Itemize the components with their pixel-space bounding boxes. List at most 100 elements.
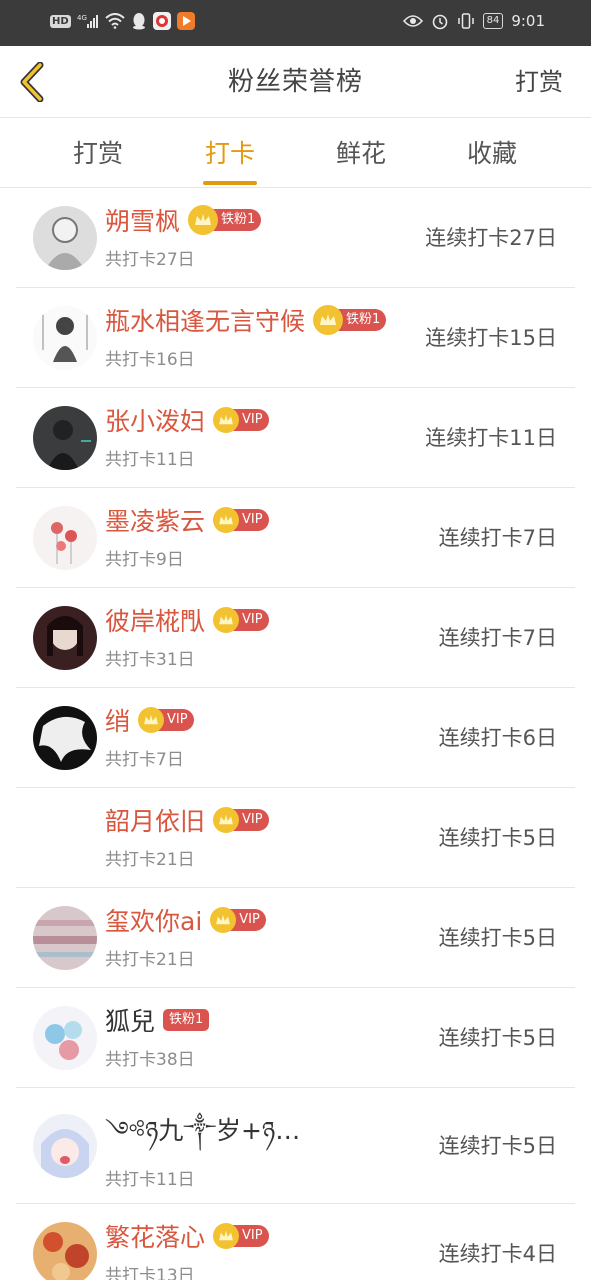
crown-icon (313, 305, 344, 335)
tab-label: 打赏 (72, 139, 123, 168)
checkin-streak: 连续打卡4日 (438, 1242, 557, 1266)
list-item[interactable]: 韶月依旧 VIP 共打卡21日 连续打卡5日 (16, 788, 575, 888)
tip-button[interactable]: 打赏 (515, 46, 563, 118)
user-name[interactable]: 绡 (105, 702, 130, 738)
avatar[interactable] (33, 1006, 97, 1070)
fan-level-badge: 铁粉1 (188, 205, 262, 235)
name-line: 张小泼妇 VIP (105, 402, 269, 438)
avatar[interactable] (33, 706, 97, 770)
user-name[interactable]: ༺ཉ九༒岁+ཉ… (105, 1102, 300, 1173)
checkin-streak: 连续打卡15日 (425, 326, 557, 350)
user-name[interactable]: 张小泼妇 (105, 402, 205, 438)
crown-icon (188, 205, 219, 235)
name-line: 瓶水相逢无言守候 铁粉1 (105, 302, 387, 338)
user-name[interactable]: 墨凌紫云 (105, 502, 205, 538)
vip-badge: VIP (213, 1223, 269, 1249)
user-name[interactable]: 彼岸椛閄 (105, 602, 205, 638)
alarm-icon (431, 12, 449, 30)
list-item[interactable]: 玺欢你ai VIP 共打卡21日 连续打卡5日 (16, 888, 575, 988)
crown-icon (213, 807, 240, 833)
name-line: 墨凌紫云 VIP (105, 502, 269, 538)
user-name[interactable]: 韶月依旧 (105, 802, 205, 838)
total-checkins: 共打卡11日 (105, 450, 195, 470)
total-checkins: 共打卡7日 (105, 750, 184, 770)
total-checkins: 共打卡9日 (105, 550, 184, 570)
eye-comfort-icon (402, 14, 423, 28)
checkin-streak: 连续打卡7日 (438, 626, 557, 650)
list-item[interactable]: 朔雪枫 铁粉1 共打卡27日 连续打卡27日 (16, 188, 575, 288)
total-checkins: 共打卡27日 (105, 250, 195, 270)
status-left: HD 4G (50, 12, 195, 30)
avatar[interactable] (33, 506, 97, 570)
battery-indicator: 84 (482, 13, 504, 29)
tab-label: 打卡 (204, 139, 255, 168)
tab-label: 收藏 (466, 139, 517, 168)
vip-badge: VIP (213, 407, 269, 433)
tab-checkin[interactable]: 打卡 (175, 118, 285, 188)
avatar[interactable] (33, 1222, 97, 1280)
avatar[interactable] (33, 606, 97, 670)
avatar[interactable] (33, 1114, 97, 1178)
tab-flowers[interactable]: 鲜花 (306, 118, 416, 188)
crown-icon (213, 407, 240, 433)
total-checkins: 共打卡21日 (105, 850, 195, 870)
user-name[interactable]: 朔雪枫 (105, 202, 180, 238)
tab-label: 鲜花 (335, 139, 386, 168)
avatar[interactable] (33, 206, 97, 270)
name-line: 彼岸椛閄 VIP (105, 602, 269, 638)
list-item[interactable]: 繁花落心 VIP 共打卡13日 连续打卡4日 (16, 1204, 575, 1280)
user-name[interactable]: 狐兒 (105, 1002, 155, 1038)
app-icon (152, 12, 171, 30)
list-item[interactable]: 瓶水相逢无言守候 铁粉1 共打卡16日 连续打卡15日 (16, 288, 575, 388)
video-app-icon (176, 12, 195, 30)
tab-reward[interactable]: 打赏 (43, 118, 153, 188)
total-checkins: 共打卡16日 (105, 350, 195, 370)
checkin-streak: 连续打卡5日 (438, 926, 557, 950)
active-tab-indicator (203, 181, 257, 185)
user-name[interactable]: 繁花落心 (105, 1218, 205, 1254)
avatar[interactable] (33, 306, 97, 370)
checkin-streak: 连续打卡27日 (425, 226, 557, 250)
tab-bar: 打赏 打卡 鲜花 收藏 (0, 118, 591, 188)
badge-label: 铁粉1 (163, 1009, 210, 1031)
name-line: 繁花落心 VIP (105, 1218, 269, 1254)
vip-badge: VIP (138, 707, 194, 733)
list-item[interactable]: 墨凌紫云 VIP 共打卡9日 连续打卡7日 (16, 488, 575, 588)
name-line: 朔雪枫 铁粉1 (105, 202, 262, 238)
list-item[interactable]: 绡 VIP 共打卡7日 连续打卡6日 (16, 688, 575, 788)
total-checkins: 共打卡11日 (105, 1170, 195, 1190)
total-checkins: 共打卡13日 (105, 1266, 195, 1280)
user-name[interactable]: 瓶水相逢无言守候 (105, 302, 305, 338)
tab-favorites[interactable]: 收藏 (437, 118, 547, 188)
vip-badge: VIP (213, 807, 269, 833)
crown-icon (213, 507, 240, 533)
avatar[interactable] (33, 806, 97, 870)
checkin-streak: 连续打卡11日 (425, 426, 557, 450)
status-right: 84 9:01 (402, 12, 545, 30)
list-item[interactable]: 张小泼妇 VIP 共打卡11日 连续打卡11日 (16, 388, 575, 488)
checkin-streak: 连续打卡5日 (438, 1026, 557, 1050)
fan-list: 朔雪枫 铁粉1 共打卡27日 连续打卡27日 瓶水相逢无言守候 铁粉1 共打卡1… (0, 188, 591, 1280)
total-checkins: 共打卡31日 (105, 650, 195, 670)
qq-icon (131, 12, 147, 30)
checkin-streak: 连续打卡6日 (438, 726, 557, 750)
name-line: 狐兒 铁粉1 (105, 1002, 210, 1038)
header-bar: 粉丝荣誉榜 打赏 (0, 46, 591, 118)
crown-icon (213, 1223, 240, 1249)
avatar[interactable] (33, 406, 97, 470)
list-item[interactable]: ༺ཉ九༒岁+ཉ… 共打卡11日 连续打卡5日 (16, 1088, 575, 1204)
vip-badge: VIP (210, 907, 266, 933)
list-item[interactable]: 狐兒 铁粉1 共打卡38日 连续打卡5日 (16, 988, 575, 1088)
total-checkins: 共打卡38日 (105, 1050, 195, 1070)
avatar[interactable] (33, 906, 97, 970)
crown-icon (213, 607, 240, 633)
vip-badge: VIP (213, 507, 269, 533)
list-item[interactable]: 彼岸椛閄 VIP 共打卡31日 连续打卡7日 (16, 588, 575, 688)
status-bar: HD 4G 84 9:01 (0, 0, 591, 46)
vibrate-icon (457, 12, 475, 30)
fan-level-badge: 铁粉1 (313, 305, 387, 335)
user-name[interactable]: 玺欢你ai (105, 902, 202, 938)
svg-text:4G: 4G (77, 14, 87, 22)
hd-icon: HD (50, 14, 71, 28)
checkin-streak: 连续打卡7日 (438, 526, 557, 550)
